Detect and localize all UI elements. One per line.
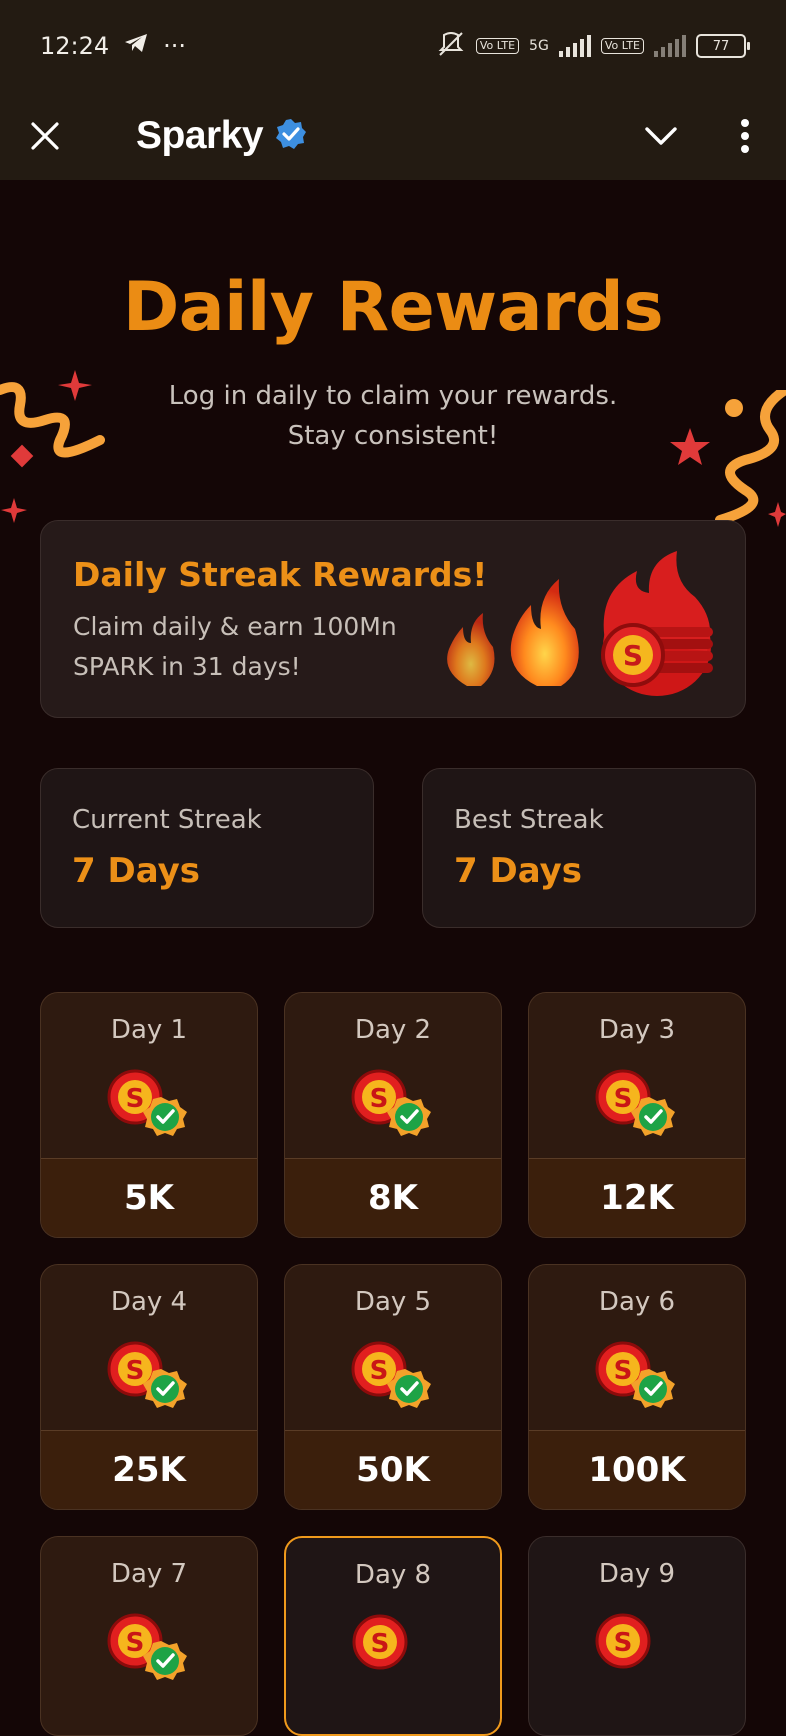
best-streak-card: Best Streak 7 Days xyxy=(422,768,756,928)
svg-text:S: S xyxy=(623,639,643,672)
subtitle-line-2: Stay consistent! xyxy=(287,421,499,451)
streak-rewards-card[interactable]: Daily Streak Rewards! Claim daily & earn… xyxy=(40,520,746,718)
best-streak-value: 7 Days xyxy=(454,851,583,891)
page-subtitle: Log in daily to claim your rewards. Stay… xyxy=(0,376,786,456)
svg-text:S: S xyxy=(126,1628,145,1658)
day-label: Day 8 xyxy=(354,1560,432,1590)
svg-text:S: S xyxy=(614,1084,633,1114)
volte-badge-2: Vo LTE xyxy=(600,38,644,54)
day-label: Day 9 xyxy=(598,1559,676,1589)
app-bar: Sparky xyxy=(0,92,786,180)
status-left: 12:24 ··· xyxy=(40,32,186,60)
net-5g-label: 5G xyxy=(529,38,549,54)
page-title: Daily Rewards xyxy=(122,268,664,347)
verified-badge-icon xyxy=(275,118,307,154)
day-label: Day 4 xyxy=(110,1287,188,1317)
day-reward-card[interactable]: Day 5 S 50K xyxy=(284,1264,502,1510)
current-streak-value: 7 Days xyxy=(72,851,201,891)
day-label: Day 1 xyxy=(110,1015,188,1045)
day-label: Day 3 xyxy=(598,1015,676,1045)
bot-title: Sparky xyxy=(136,114,264,157)
svg-text:S: S xyxy=(614,1628,633,1658)
svg-text:S: S xyxy=(370,1084,389,1114)
day-reward-card[interactable]: Day 8 S xyxy=(284,1536,502,1736)
day-reward-card[interactable]: Day 2 S 8K xyxy=(284,992,502,1238)
day-label: Day 6 xyxy=(598,1287,676,1317)
claimed-coin-icon: S xyxy=(595,1069,681,1147)
spark-coin-icon: S xyxy=(352,1614,438,1692)
svg-text:S: S xyxy=(371,1629,390,1659)
more-notifications-icon: ··· xyxy=(163,32,187,60)
claimed-coin-icon: S xyxy=(351,1069,437,1147)
signal-strength-icon-2 xyxy=(654,35,686,57)
day-label: Day 7 xyxy=(110,1559,188,1589)
current-streak-card: Current Streak 7 Days xyxy=(40,768,374,928)
streak-card-text-line-1: Claim daily & earn 100Mn xyxy=(73,612,397,641)
battery-icon: 77 xyxy=(696,34,750,58)
volte-badge: Vo LTE xyxy=(475,38,520,54)
day-reward-amount: 50K xyxy=(285,1430,501,1509)
day-reward-card[interactable]: Day 9 S xyxy=(528,1536,746,1736)
day-label: Day 2 xyxy=(354,1015,432,1045)
best-streak-label: Best Streak xyxy=(454,805,604,835)
current-streak-label: Current Streak xyxy=(72,805,262,835)
claimed-coin-icon: S xyxy=(107,1341,193,1419)
day-reward-amount: 25K xyxy=(41,1430,257,1509)
close-icon[interactable] xyxy=(30,121,60,151)
telegram-icon xyxy=(123,32,149,60)
streak-card-text-line-2: SPARK in 31 days! xyxy=(73,652,301,681)
claimed-coin-icon: S xyxy=(351,1341,437,1419)
spark-coin-icon: S xyxy=(595,1613,681,1691)
day-reward-amount: 5K xyxy=(41,1158,257,1237)
claimed-coin-icon: S xyxy=(107,1613,193,1691)
signal-strength-icon xyxy=(558,35,591,57)
day-reward-card[interactable]: Day 6 S 100K xyxy=(528,1264,746,1510)
day-reward-card[interactable]: Day 4 S 25K xyxy=(40,1264,258,1510)
claimed-coin-icon: S xyxy=(595,1341,681,1419)
status-bar: 12:24 ··· Vo LTE 5G Vo LTE 77 xyxy=(0,0,786,92)
battery-level: 77 xyxy=(712,38,730,54)
streak-card-text: Claim daily & earn 100Mn SPARK in 31 day… xyxy=(73,607,433,687)
day-reward-amount: 8K xyxy=(285,1158,501,1237)
claimed-coin-icon: S xyxy=(107,1069,193,1147)
chevron-down-icon[interactable] xyxy=(644,126,678,146)
mute-vibrate-icon xyxy=(436,31,466,61)
streak-card-heading: Daily Streak Rewards! xyxy=(73,555,488,594)
more-options-icon[interactable] xyxy=(740,119,750,153)
status-time: 12:24 xyxy=(40,32,110,60)
svg-text:S: S xyxy=(126,1084,145,1114)
rewards-content: Daily Rewards Log in daily to claim your… xyxy=(0,180,786,1736)
svg-text:S: S xyxy=(370,1356,389,1386)
svg-text:S: S xyxy=(126,1356,145,1386)
day-reward-card[interactable]: Day 7 S xyxy=(40,1536,258,1736)
svg-text:S: S xyxy=(614,1356,633,1386)
flame-coin-stack-icon: S xyxy=(447,551,713,696)
subtitle-line-1: Log in daily to claim your rewards. xyxy=(168,381,618,411)
day-label: Day 5 xyxy=(354,1287,432,1317)
day-reward-card[interactable]: Day 3 S 12K xyxy=(528,992,746,1238)
status-right: Vo LTE 5G Vo LTE 77 xyxy=(436,31,750,61)
day-reward-amount: 100K xyxy=(529,1430,745,1509)
day-reward-amount: 12K xyxy=(529,1158,745,1237)
day-reward-card[interactable]: Day 1 S 5K xyxy=(40,992,258,1238)
